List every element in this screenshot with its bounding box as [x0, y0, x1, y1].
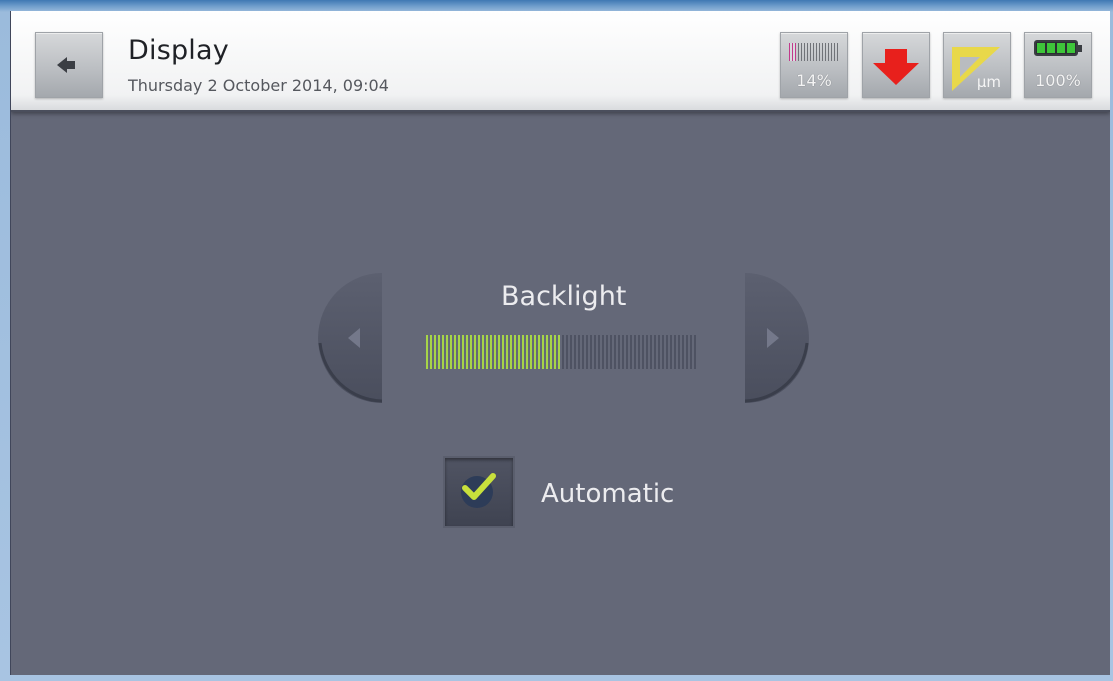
battery-percent: 100% [1035, 71, 1081, 90]
battery-cap [1078, 45, 1082, 52]
backlight-decrease-button[interactable] [318, 273, 382, 403]
page-title: Display [128, 35, 229, 66]
automatic-checkbox[interactable] [443, 456, 515, 528]
automatic-label[interactable]: Automatic [541, 479, 674, 509]
download-arrow-icon [873, 49, 919, 85]
battery-level-fill [1037, 43, 1075, 53]
measurement-unit-button[interactable]: µm [943, 32, 1011, 98]
storage-percent: 14% [796, 71, 832, 90]
storage-used-fill [789, 43, 796, 61]
date-time: Thursday 2 October 2014, 09:04 [128, 76, 389, 95]
battery-status: 100% [1024, 32, 1092, 98]
storage-bars-icon [789, 43, 839, 61]
backlight-title: Backlight [501, 281, 627, 312]
checkmark-icon [462, 473, 496, 500]
back-arrow-icon [57, 57, 75, 73]
backlight-increase-button[interactable] [745, 273, 809, 403]
storage-status-button[interactable]: 14% [780, 32, 848, 98]
backlight-level-fill [426, 335, 562, 369]
display-settings-screen: Display Thursday 2 October 2014, 09:04 1… [10, 11, 1110, 675]
unit-label: µm [976, 73, 1001, 91]
download-button[interactable] [862, 32, 930, 98]
header-bar: Display Thursday 2 October 2014, 09:04 1… [11, 11, 1110, 112]
back-button[interactable] [35, 32, 103, 98]
backlight-level-bar[interactable] [426, 335, 697, 369]
battery-icon [1034, 40, 1078, 56]
